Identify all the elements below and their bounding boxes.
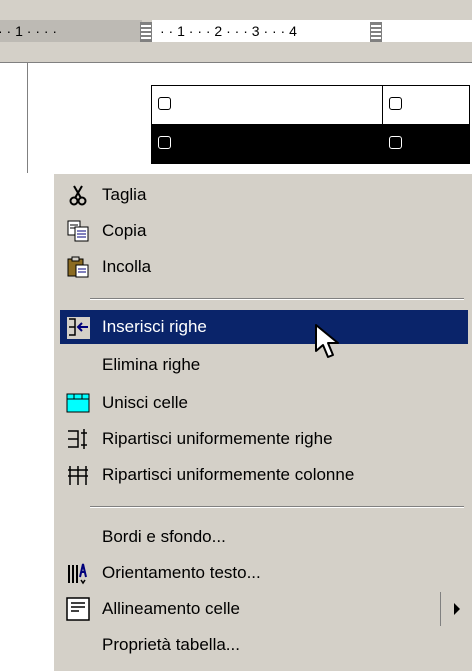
horizontal-ruler[interactable]: · · 1 · · · · · · 1 · · · 2 · · · 3 · · …	[0, 0, 472, 63]
ruler-right-marks: · · 1 · · · 2 · · · 3 · · · 4	[160, 23, 297, 39]
menu-separator	[90, 298, 464, 300]
column-marker-left[interactable]	[140, 22, 152, 42]
menu-item-label: Ripartisci uniformemente colonne	[102, 465, 355, 484]
menu-item-copia[interactable]: Copia	[60, 214, 468, 248]
menu-item-bordi-e-sfondo[interactable]: Bordi e sfondo...	[60, 520, 468, 554]
menu-item-label: Ripartisci uniformemente righe	[102, 429, 333, 448]
cell-alignment-icon	[66, 597, 90, 621]
menu-item-taglia[interactable]: Taglia	[60, 178, 468, 212]
text-direction-icon	[68, 563, 87, 585]
paste-icon	[67, 256, 89, 278]
merge-cells-icon	[66, 393, 90, 413]
mouse-pointer-icon	[315, 324, 339, 358]
menu-item-label: Elimina righe	[102, 355, 201, 374]
menu-item-elimina-righe[interactable]: Elimina righe	[60, 348, 468, 382]
end-of-cell-mark	[389, 136, 402, 149]
end-of-cell-mark	[158, 136, 171, 149]
menu-item-label: Inserisci righe	[102, 317, 207, 336]
menu-separator	[90, 506, 464, 508]
end-of-cell-mark	[389, 97, 402, 110]
menu-item-ripartisci-righe[interactable]: Ripartisci uniformemente righe	[60, 422, 468, 456]
ruler-left-marks: · · 1 · · · ·	[0, 23, 61, 39]
table-cell[interactable]	[151, 124, 383, 164]
menu-item-label: Taglia	[102, 185, 147, 204]
menu-item-label: Copia	[102, 221, 147, 240]
table-row-selected[interactable]	[151, 124, 470, 164]
table-cell[interactable]	[151, 85, 383, 125]
menu-item-label: Incolla	[102, 257, 152, 276]
menu-item-label: Unisci celle	[102, 393, 188, 412]
copy-icon	[67, 220, 89, 242]
table-cell[interactable]	[382, 85, 470, 125]
menu-item-incolla[interactable]: Incolla	[60, 250, 468, 284]
page-margin-line	[27, 63, 28, 173]
menu-item-label: Orientamento testo...	[102, 563, 261, 582]
menu-item-proprieta-tabella[interactable]: Proprietà tabella...	[60, 628, 468, 662]
menu-item-ripartisci-colonne[interactable]: Ripartisci uniformemente colonne	[60, 458, 468, 492]
end-of-cell-mark	[158, 97, 171, 110]
distribute-columns-icon	[68, 466, 88, 485]
menu-item-label: Proprietà tabella...	[102, 635, 240, 654]
document-table[interactable]	[151, 85, 470, 164]
table-cell[interactable]	[382, 124, 470, 164]
insert-rows-icon	[67, 317, 90, 339]
table-row[interactable]	[151, 85, 470, 125]
menu-item-unisci-celle[interactable]: Unisci celle	[60, 386, 468, 420]
submenu-arrow-icon	[454, 603, 460, 615]
menu-item-inserisci-righe[interactable]: Inserisci righe	[60, 310, 468, 344]
context-menu[interactable]: Taglia Copia Incolla Inserisci righe Eli…	[52, 172, 472, 671]
menu-item-allineamento-celle[interactable]: Allineamento celle	[60, 592, 468, 626]
submenu-divider	[440, 592, 441, 626]
menu-item-label: Allineamento celle	[102, 599, 240, 618]
scissors-icon	[69, 185, 87, 206]
menu-item-orientamento-testo[interactable]: Orientamento testo...	[60, 556, 468, 590]
distribute-rows-icon	[68, 429, 87, 449]
column-marker-right[interactable]	[370, 22, 382, 42]
menu-item-label: Bordi e sfondo...	[102, 527, 226, 546]
